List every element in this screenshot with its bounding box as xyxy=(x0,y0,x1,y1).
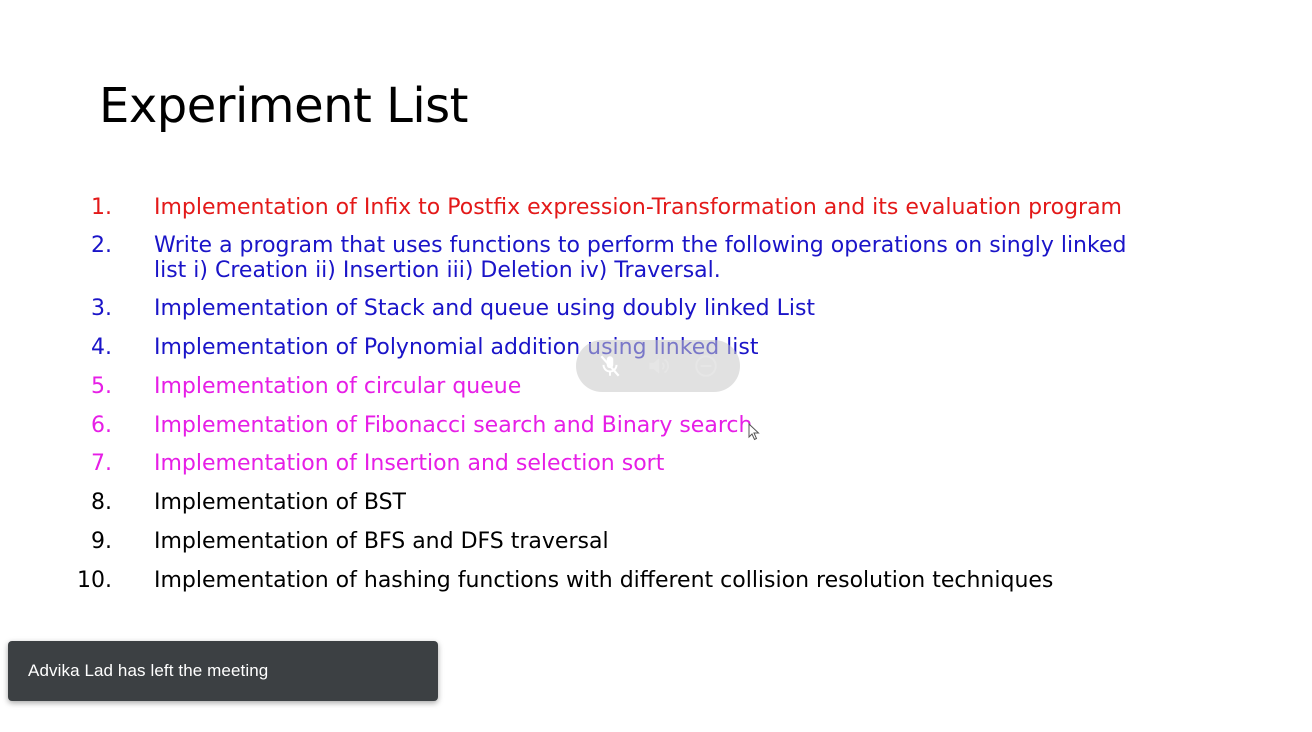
media-controls-overlay[interactable] xyxy=(576,340,740,392)
item-text: Implementation of Stack and queue using … xyxy=(154,296,816,321)
item-number: 2. xyxy=(91,233,112,258)
item-number: 5. xyxy=(91,374,112,399)
item-number: 9. xyxy=(91,529,112,554)
item-text: Implementation of BST xyxy=(154,490,406,515)
toast-message: Advika Lad has left the meeting xyxy=(28,661,269,680)
item-number: 3. xyxy=(91,296,112,321)
item-number: 1. xyxy=(91,195,112,220)
item-number: 7. xyxy=(91,451,112,476)
item-number: 8. xyxy=(91,490,112,515)
minus-circle-icon[interactable] xyxy=(691,351,721,381)
item-number: 6. xyxy=(91,413,112,438)
item-text: Write a program that uses functions to p… xyxy=(154,233,1127,258)
item-text: Implementation of Infix to Postfix expre… xyxy=(154,195,1122,220)
item-text: Implementation of hashing functions with… xyxy=(154,568,1054,593)
mic-off-icon[interactable] xyxy=(595,351,625,381)
item-text-continued: list i) Creation ii) Insertion iii) Dele… xyxy=(154,258,721,283)
item-text: Implementation of Fibonacci search and B… xyxy=(154,413,753,438)
item-text-block: Write a program that uses functions to p… xyxy=(154,233,1229,284)
speaker-icon[interactable] xyxy=(643,351,673,381)
item-text: Implementation of BFS and DFS traversal xyxy=(154,529,609,554)
meeting-notification-toast: Advika Lad has left the meeting xyxy=(8,641,438,701)
mouse-cursor-icon xyxy=(748,422,760,441)
item-number: 10. xyxy=(77,568,112,593)
slide-title: Experiment List xyxy=(99,78,469,134)
item-text: Implementation of Insertion and selectio… xyxy=(154,451,665,476)
item-number: 4. xyxy=(91,335,112,360)
